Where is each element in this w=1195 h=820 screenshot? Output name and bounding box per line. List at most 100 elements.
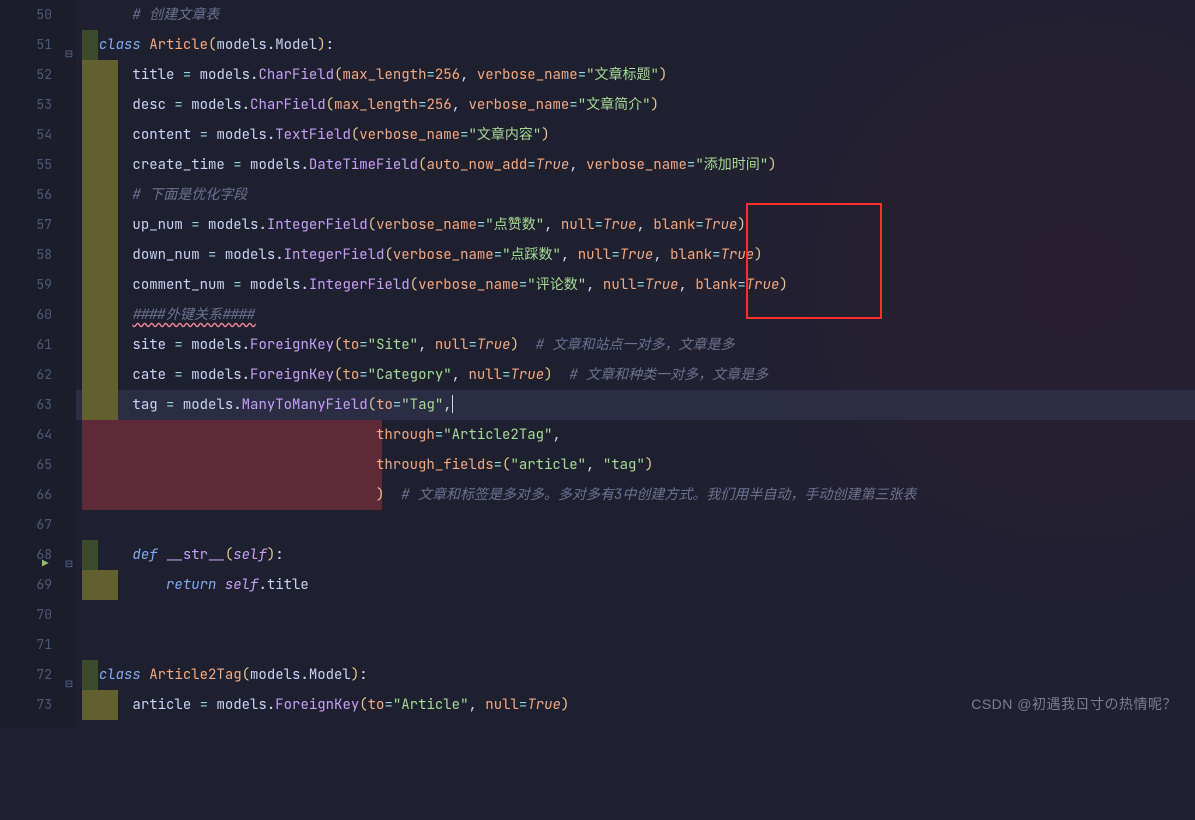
code-token: (: [384, 246, 392, 264]
code-line[interactable]: desc = models.CharField(max_length=256, …: [82, 90, 1195, 120]
code-token: null: [578, 246, 612, 264]
code-line[interactable]: content = models.TextField(verbose_name=…: [82, 120, 1195, 150]
code-line[interactable]: # 下面是优化字段: [82, 180, 1195, 210]
line-number: 63: [0, 390, 52, 420]
code-line[interactable]: up_num = models.IntegerField(verbose_nam…: [82, 210, 1195, 240]
code-token: models.Model: [216, 36, 317, 54]
code-token: =: [200, 126, 217, 144]
code-token: verbose_name: [468, 96, 569, 114]
code-token: =: [695, 216, 703, 234]
code-token: :: [275, 546, 283, 564]
code-token: models.: [200, 66, 259, 84]
line-number: 56: [0, 180, 52, 210]
code-token: null: [561, 216, 595, 234]
code-line[interactable]: title = models.CharField(max_length=256,…: [82, 60, 1195, 90]
code-token: models.: [225, 246, 284, 264]
code-token: True: [746, 276, 780, 294]
code-token: "文章内容": [468, 126, 541, 144]
code-token: through: [376, 426, 435, 444]
code-token: IntegerField: [284, 246, 385, 264]
code-token: ): [645, 456, 653, 474]
line-number: 65: [0, 450, 52, 480]
code-token: =: [359, 336, 367, 354]
code-token: ,: [468, 696, 485, 714]
code-line[interactable]: [82, 630, 1195, 660]
code-line[interactable]: tag = models.ManyToManyField(to="Tag",: [82, 390, 1195, 420]
code-token: [99, 696, 133, 714]
code-token: :: [359, 666, 367, 684]
code-token: models.: [191, 336, 250, 354]
fold-open-icon[interactable]: ⊟: [62, 669, 76, 699]
code-area[interactable]: # 创建文章表 class Article(models.Model): tit…: [76, 0, 1195, 727]
code-token: through_fields: [376, 456, 494, 474]
code-token: ,: [452, 96, 469, 114]
line-number: 53: [0, 90, 52, 120]
code-token: =: [494, 246, 502, 264]
code-token: =: [174, 336, 191, 354]
code-line[interactable]: ####外键关系####: [82, 300, 1195, 330]
code-token: ,: [552, 426, 560, 444]
code-token: ,: [653, 246, 670, 264]
code-token: verbose_name: [376, 216, 477, 234]
fold-open-icon[interactable]: ⊟: [62, 549, 76, 579]
code-token: self: [225, 576, 259, 594]
code-line[interactable]: [82, 600, 1195, 630]
code-token: [384, 486, 401, 504]
code-token: to: [342, 366, 359, 384]
code-token: "添加时间": [695, 156, 768, 174]
code-token: ): [541, 126, 549, 144]
fold-gutter[interactable]: ⊟ ⊟ ⊟: [62, 0, 76, 727]
code-token: models.: [208, 216, 267, 234]
code-token: models.: [191, 96, 250, 114]
run-gutter-icon[interactable]: ▶: [42, 549, 49, 579]
code-line[interactable]: comment_num = models.IntegerField(verbos…: [82, 270, 1195, 300]
code-token: =: [502, 366, 510, 384]
code-token: "Article": [393, 696, 469, 714]
code-line[interactable]: through="Article2Tag",: [82, 420, 1195, 450]
code-line[interactable]: site = models.ForeignKey(to="Site", null…: [82, 330, 1195, 360]
code-token: =: [191, 216, 208, 234]
code-token: models.: [250, 276, 309, 294]
code-line[interactable]: down_num = models.IntegerField(verbose_n…: [82, 240, 1195, 270]
code-token: (: [242, 666, 250, 684]
code-token: ): [544, 366, 552, 384]
code-line[interactable]: class Article2Tag(models.Model):: [82, 660, 1195, 690]
code-token: def: [132, 546, 166, 564]
code-line[interactable]: def __str__(self):: [82, 540, 1195, 570]
code-token: =: [233, 156, 250, 174]
code-token: ,: [679, 276, 696, 294]
code-editor[interactable]: 5051525354555657585960616263646566676869…: [0, 0, 1195, 727]
code-token: True: [511, 366, 545, 384]
line-number: 70: [0, 600, 52, 630]
code-token: [99, 216, 133, 234]
code-token: Article2Tag: [149, 666, 241, 684]
code-token: models.: [183, 396, 242, 414]
line-number: 73: [0, 690, 52, 720]
code-line[interactable]: cate = models.ForeignKey(to="Category", …: [82, 360, 1195, 390]
code-line[interactable]: create_time = models.DateTimeField(auto_…: [82, 150, 1195, 180]
code-line[interactable]: # 创建文章表: [82, 0, 1195, 30]
code-token: True: [704, 216, 738, 234]
code-token: ####外键关系####: [132, 306, 255, 324]
code-token: [99, 456, 376, 474]
code-token: "Category": [368, 366, 452, 384]
code-line[interactable]: through_fields=("article", "tag"): [82, 450, 1195, 480]
code-line[interactable]: return self.title: [82, 570, 1195, 600]
code-token: =: [435, 426, 443, 444]
line-number: 52: [0, 60, 52, 90]
code-token: class: [99, 666, 149, 684]
fold-open-icon[interactable]: ⊟: [62, 39, 76, 69]
code-line[interactable]: class Article(models.Model):: [82, 30, 1195, 60]
code-token: ,: [544, 216, 561, 234]
code-token: "tag": [603, 456, 645, 474]
code-token: comment_num: [132, 276, 233, 294]
code-token: True: [603, 216, 637, 234]
code-line[interactable]: [82, 510, 1195, 540]
code-token: "Site": [368, 336, 418, 354]
code-token: ,: [443, 396, 451, 414]
line-number: 58: [0, 240, 52, 270]
code-token: models.: [250, 156, 309, 174]
code-token: TextField: [275, 126, 351, 144]
code-line[interactable]: ) # 文章和标签是多对多。多对多有3中创建方式。我们用半自动，手动创建第三张表: [82, 480, 1195, 510]
code-token: "Tag": [401, 396, 443, 414]
